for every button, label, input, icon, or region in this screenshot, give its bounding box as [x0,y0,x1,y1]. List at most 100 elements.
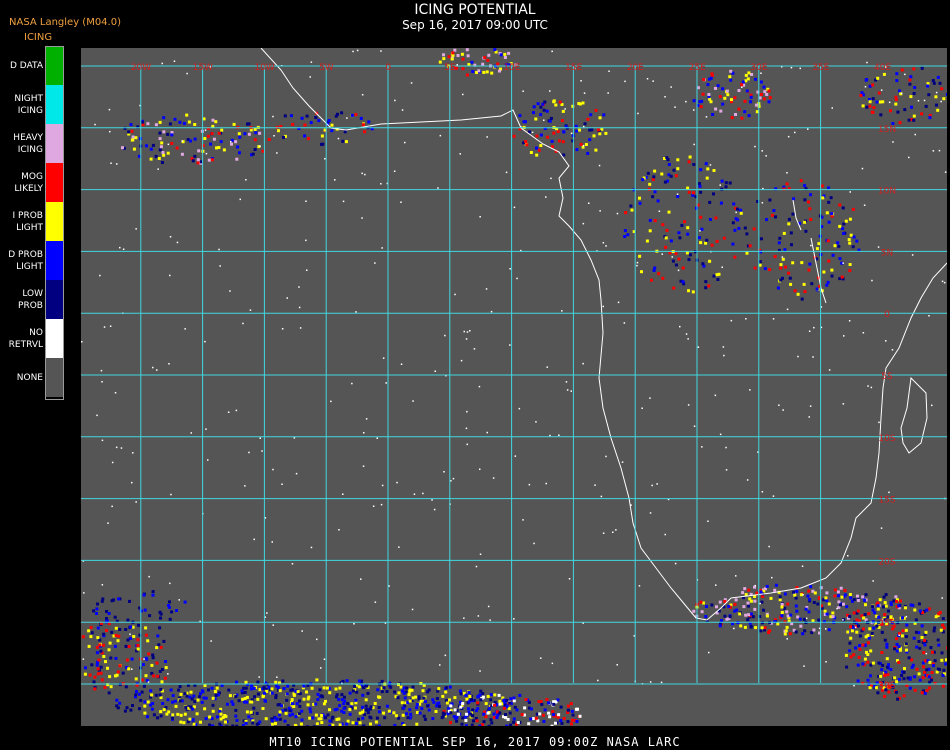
icing-cell [925,668,929,672]
icing-cell [789,613,793,617]
no-retrieval-pixel [656,483,658,485]
icing-cell [380,679,384,683]
icing-cell [179,713,183,717]
icing-cell [297,712,301,716]
icing-cell [780,602,784,606]
no-retrieval-pixel [356,49,359,52]
no-retrieval-pixel [298,286,300,288]
icing-cell [833,244,837,248]
no-retrieval-pixel [828,369,831,371]
footer-caption: MT10 ICING POTENTIAL SEP 16, 2017 09:00Z… [269,735,681,749]
no-retrieval-pixel [479,216,481,218]
icing-cell [652,269,656,272]
icing-cell [884,670,888,674]
icing-cell [442,57,446,61]
icing-cell [712,192,715,196]
no-retrieval-pixel [320,667,322,669]
icing-cell [941,684,945,688]
icing-cell [159,145,163,149]
icing-cell [651,195,655,199]
legend-item: NIGHT ICING [0,85,66,124]
no-retrieval-pixel [490,310,493,313]
icing-cell [134,677,138,681]
icing-cell [759,590,763,594]
icing-cell [262,691,266,695]
latitude-label: 15N [878,125,896,135]
icing-cell [807,200,810,204]
icing-cell [166,151,170,155]
icing-cell [219,140,223,144]
icing-cell [714,216,718,220]
icing-cell [193,123,197,126]
icing-cell [630,208,634,212]
no-retrieval-pixel [535,421,537,423]
icing-cell [785,625,789,629]
no-retrieval-pixel [298,306,301,309]
no-retrieval-pixel [810,244,812,247]
icing-cell [728,615,732,619]
icing-cell [320,714,324,717]
icing-cell [923,638,926,642]
icing-cell [749,612,753,616]
icing-cell [638,196,641,200]
icing-cell [562,717,566,720]
no-retrieval-pixel [693,109,695,111]
madagascar-coastline [900,376,928,454]
icing-cell [235,718,239,722]
icing-cell [197,149,201,153]
icing-cell [283,719,287,723]
icing-cell [720,619,723,622]
icing-cell [889,109,892,113]
no-retrieval-pixel [81,341,83,343]
icing-cell [823,609,827,613]
icing-cell [774,215,777,219]
no-retrieval-pixel [479,468,481,470]
icing-cell [905,648,908,652]
no-retrieval-pixel [157,168,159,170]
no-retrieval-pixel [664,533,666,536]
icing-cell [845,665,849,669]
icing-cell [234,695,238,699]
icing-cell [937,612,941,616]
icing-cell [341,679,345,683]
icing-cell [650,278,653,282]
no-retrieval-pixel [132,452,134,454]
no-retrieval-pixel [410,82,413,84]
icing-cell [539,700,543,703]
icing-cell [804,607,808,611]
icing-cell [648,229,652,233]
no-retrieval-pixel [661,253,663,255]
icing-cell [518,114,522,118]
icing-cell [827,186,830,190]
icing-cell [740,116,744,120]
no-retrieval-pixel [900,92,903,95]
icing-cell [274,696,278,700]
icing-cell [930,671,934,674]
no-retrieval-pixel [518,407,521,410]
no-retrieval-pixel [351,382,353,385]
no-retrieval-pixel [522,90,524,92]
legend-swatch [46,241,64,280]
no-retrieval-pixel [705,116,708,118]
no-retrieval-pixel [836,607,838,610]
icing-cell [552,131,556,135]
icing-cell [145,657,149,661]
icing-cell [785,182,789,186]
icing-cell [681,280,685,284]
icing-cell [253,695,257,699]
icing-cell [81,635,85,639]
icing-map[interactable]: 20W 15W 10W 5W 0 5E 10E 15E 20E 25E 30E 35E 40E 15N 1… [81,48,947,726]
icing-cell [577,102,581,105]
icing-cell [539,144,543,147]
icing-cell [728,75,732,79]
icing-cell [245,695,249,699]
icing-cell [699,105,703,109]
icing-cell [733,255,737,259]
no-retrieval-pixel [605,455,607,458]
icing-cell [431,717,435,720]
icing-cell [751,615,755,619]
icing-cell [320,142,323,146]
icing-cell [422,696,426,700]
icing-cell [871,83,875,87]
no-retrieval-pixel [701,446,703,448]
